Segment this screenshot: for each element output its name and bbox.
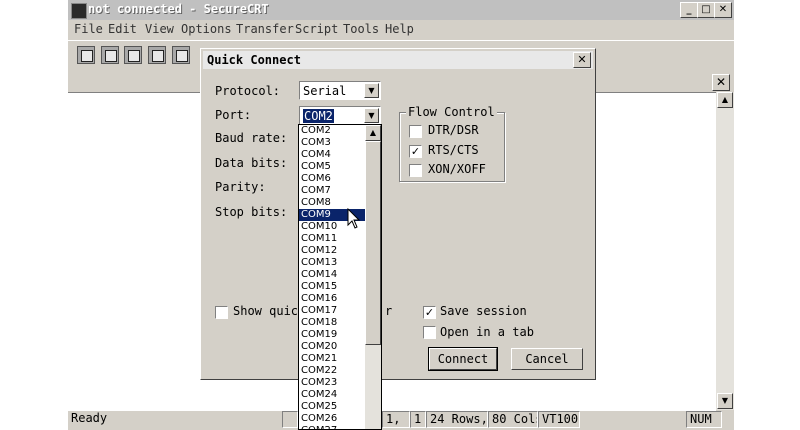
minimize-button[interactable]: _	[680, 2, 698, 18]
dialog-title: Quick Connect	[207, 53, 301, 67]
chevron-down-icon[interactable]: ▼	[364, 108, 379, 123]
status-ready: Ready	[71, 411, 108, 425]
scroll-down-icon[interactable]: ▼	[717, 393, 733, 409]
mouse-cursor-icon	[347, 208, 361, 229]
scroll-up-icon[interactable]: ▲	[717, 92, 733, 108]
scroll-thumb[interactable]	[365, 141, 381, 345]
status-bar: Ready 1, 1 24 Rows, 80 Cols VT100 NUM	[68, 410, 734, 430]
connect-button[interactable]: Connect	[428, 347, 498, 371]
quick-connect-dialog: Quick Connect ✕ Protocol: Serial ▼ Port:…	[200, 48, 596, 380]
port-option[interactable]: COM27	[299, 425, 365, 429]
port-option[interactable]: COM20	[299, 341, 365, 353]
menu-options[interactable]: Options	[181, 22, 232, 36]
save-session-label: Save session	[440, 304, 527, 318]
title-bar[interactable]: not connected - SecureCRT _ □ ✕	[68, 0, 734, 20]
port-option[interactable]: COM16	[299, 293, 365, 305]
port-option[interactable]: COM18	[299, 317, 365, 329]
status-row-pos: 1,	[382, 411, 410, 428]
flow-control-group: Flow Control DTR/DSR ✓ RTS/CTS XON/XOFF	[399, 105, 505, 182]
stop-bits-label: Stop bits:	[215, 205, 288, 219]
menu-file[interactable]: File	[74, 22, 103, 36]
menu-bar: File Edit View Options Transfer Script T…	[68, 20, 734, 38]
protocol-select[interactable]: Serial ▼	[299, 81, 381, 100]
port-option[interactable]: COM25	[299, 401, 365, 413]
show-quick-label: Show quick	[233, 304, 306, 318]
protocol-value: Serial	[303, 84, 347, 98]
terminal-scrollbar[interactable]: ▲ ▼	[716, 92, 734, 410]
chevron-down-icon[interactable]: ▼	[364, 83, 379, 98]
protocol-label: Protocol:	[215, 84, 281, 98]
port-option[interactable]: COM12	[299, 245, 365, 257]
reconnect-icon[interactable]	[148, 46, 166, 64]
status-cols: 80 Cols	[488, 411, 538, 428]
status-blank	[282, 411, 298, 428]
dialog-close-icon[interactable]: ✕	[573, 52, 591, 68]
port-value: COM2	[303, 109, 334, 123]
port-dropdown-list[interactable]: COM2 COM3 COM4 COM5 COM6 COM7 COM8 COM9 COM10 COM…	[298, 124, 382, 430]
port-option[interactable]: COM2	[299, 125, 365, 137]
menu-help[interactable]: Help	[385, 22, 414, 36]
parity-label: Parity:	[215, 180, 266, 194]
menu-edit[interactable]: Edit	[108, 22, 137, 36]
menu-view[interactable]: View	[145, 22, 174, 36]
status-rows: 24 Rows,	[426, 411, 488, 428]
close-button[interactable]: ✕	[714, 2, 732, 18]
rts-cts-label: RTS/CTS	[428, 143, 479, 157]
session-tab-bar: ✕	[596, 72, 734, 92]
baud-rate-label: Baud rate:	[215, 131, 288, 145]
flow-control-title: Flow Control	[406, 105, 497, 119]
port-option[interactable]: COM22	[299, 365, 365, 377]
port-options: COM2 COM3 COM4 COM5 COM6 COM7 COM8 COM9 COM10 COM…	[299, 125, 365, 429]
port-option[interactable]: COM6	[299, 173, 365, 185]
connect-in-tab-icon[interactable]	[124, 46, 142, 64]
maximize-button[interactable]: □	[697, 2, 715, 18]
xon-xoff-label: XON/XOFF	[428, 162, 486, 176]
port-option[interactable]: COM26	[299, 413, 365, 425]
dtr-dsr-label: DTR/DSR	[428, 123, 479, 137]
quick-connect-icon[interactable]	[101, 46, 119, 64]
save-session-checkbox[interactable]: ✓	[423, 306, 436, 319]
open-in-tab-label: Open in a tab	[440, 325, 534, 339]
port-option[interactable]: COM13	[299, 257, 365, 269]
open-in-tab-checkbox[interactable]	[423, 326, 436, 339]
cancel-button[interactable]: Cancel	[511, 348, 583, 370]
show-quick-checkbox[interactable]	[215, 306, 228, 319]
status-terminal-type: VT100	[538, 411, 580, 428]
disconnect-icon[interactable]	[172, 46, 190, 64]
show-quick-label-tail: r	[385, 304, 393, 318]
port-select[interactable]: COM2 ▼	[299, 106, 381, 125]
port-label: Port:	[215, 108, 252, 122]
status-num: NUM	[686, 411, 722, 428]
xon-xoff-checkbox[interactable]	[409, 164, 422, 177]
menu-transfer[interactable]: Transfer	[236, 22, 294, 36]
port-option[interactable]: COM19	[299, 329, 365, 341]
port-option[interactable]: COM4	[299, 149, 365, 161]
port-option[interactable]: COM3	[299, 137, 365, 149]
port-option[interactable]: COM23	[299, 377, 365, 389]
rts-cts-checkbox[interactable]: ✓	[409, 145, 422, 158]
session-close-icon[interactable]: ✕	[712, 74, 730, 91]
dtr-dsr-checkbox[interactable]	[409, 125, 422, 138]
port-option[interactable]: COM14	[299, 269, 365, 281]
port-option[interactable]: COM17	[299, 305, 365, 317]
port-option[interactable]: COM24	[299, 389, 365, 401]
port-option[interactable]: COM7	[299, 185, 365, 197]
port-list-scrollbar[interactable]: ▲	[365, 125, 381, 429]
menu-tools[interactable]: Tools	[343, 22, 379, 36]
port-option[interactable]: COM15	[299, 281, 365, 293]
menu-script[interactable]: Script	[295, 22, 338, 36]
app-icon	[71, 3, 87, 19]
connect-icon[interactable]	[77, 46, 95, 64]
window-title: not connected - SecureCRT	[88, 2, 269, 16]
port-option[interactable]: COM21	[299, 353, 365, 365]
scroll-up-icon[interactable]: ▲	[365, 125, 381, 141]
status-col-pos: 1	[410, 411, 426, 428]
data-bits-label: Data bits:	[215, 156, 288, 170]
port-option[interactable]: COM5	[299, 161, 365, 173]
dialog-title-bar[interactable]: Quick Connect ✕	[203, 51, 593, 69]
port-option[interactable]: COM11	[299, 233, 365, 245]
